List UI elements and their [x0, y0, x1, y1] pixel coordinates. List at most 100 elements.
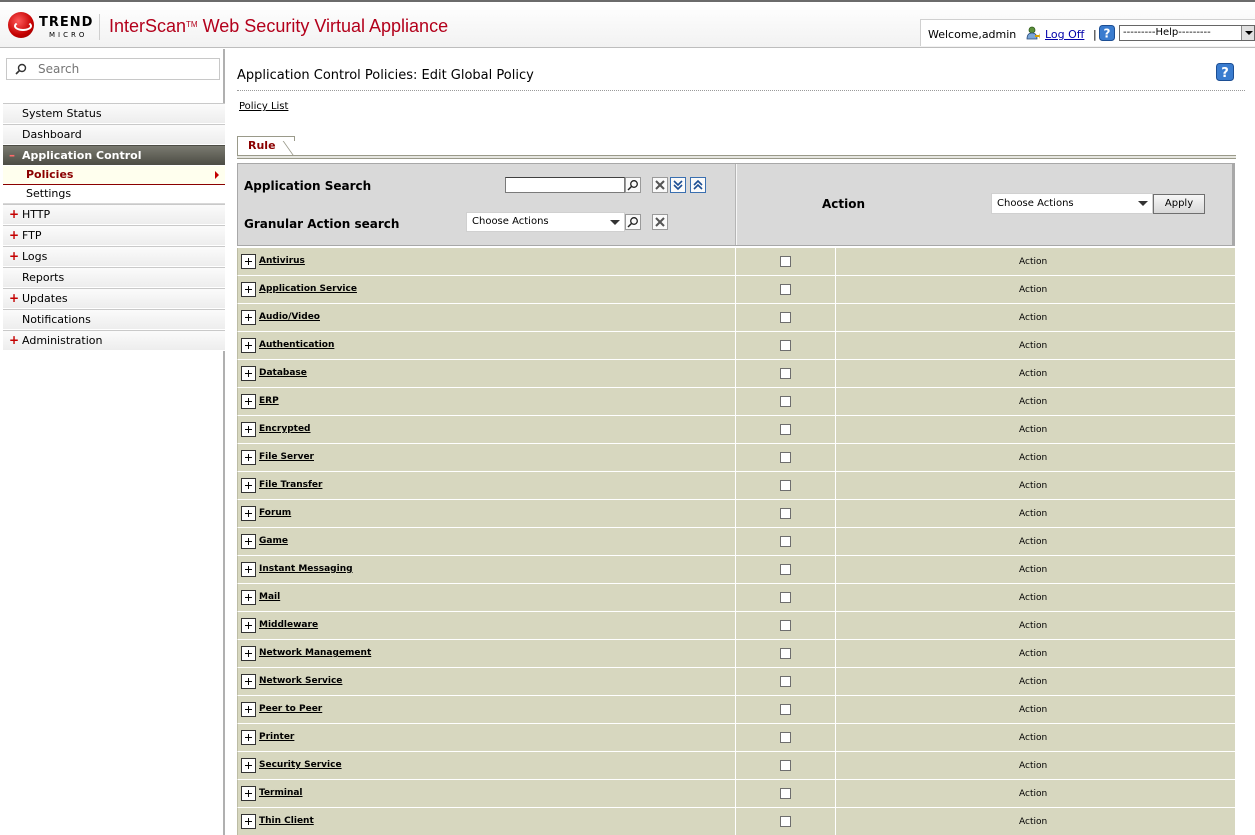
- search-icon: [627, 180, 638, 191]
- expand-row-icon[interactable]: [241, 814, 256, 829]
- tab-rule[interactable]: Rule: [237, 136, 295, 156]
- expand-row-icon[interactable]: [241, 394, 256, 409]
- row-checkbox[interactable]: [780, 648, 791, 659]
- granular-clear-button[interactable]: [652, 214, 668, 230]
- expand-row-icon[interactable]: [241, 310, 256, 325]
- help-icon[interactable]: ?: [1216, 63, 1234, 81]
- category-link-game[interactable]: Game: [259, 536, 288, 546]
- search-input[interactable]: [38, 61, 213, 77]
- row-checkbox[interactable]: [780, 312, 791, 323]
- table-row: Encrypted Action: [237, 416, 1235, 444]
- expand-row-icon[interactable]: [241, 730, 256, 745]
- expand-row-icon[interactable]: [241, 478, 256, 493]
- category-link-printer[interactable]: Printer: [259, 732, 294, 742]
- row-checkbox[interactable]: [780, 620, 791, 631]
- help-icon[interactable]: ?: [1099, 25, 1115, 41]
- category-link-peer-to-peer[interactable]: Peer to Peer: [259, 704, 322, 714]
- row-checkbox[interactable]: [780, 508, 791, 519]
- expand-row-icon[interactable]: [241, 282, 256, 297]
- row-checkbox[interactable]: [780, 284, 791, 295]
- expand-row-icon[interactable]: [241, 254, 256, 269]
- row-checkbox[interactable]: [780, 396, 791, 407]
- sidebar-item-logs[interactable]: + Logs: [3, 246, 225, 267]
- category-link-terminal[interactable]: Terminal: [259, 788, 303, 798]
- category-link-encrypted[interactable]: Encrypted: [259, 424, 311, 434]
- expand-all-button[interactable]: [670, 177, 686, 193]
- row-checkbox[interactable]: [780, 452, 791, 463]
- choose-actions-dropdown[interactable]: Choose Actions: [991, 193, 1153, 214]
- expand-row-icon[interactable]: [241, 506, 256, 521]
- category-link-application-service[interactable]: Application Service: [259, 284, 357, 294]
- category-link-forum[interactable]: Forum: [259, 508, 291, 518]
- expand-row-icon[interactable]: [241, 674, 256, 689]
- sidebar-subitem-policies[interactable]: Policies: [3, 166, 225, 185]
- sidebar-item-http[interactable]: + HTTP: [3, 204, 225, 225]
- row-checkbox[interactable]: [780, 256, 791, 267]
- sidebar-item-updates[interactable]: + Updates: [3, 288, 225, 309]
- help-dropdown[interactable]: ---------Help---------: [1119, 25, 1255, 41]
- logoff-link[interactable]: Log Off: [1045, 28, 1084, 41]
- expand-row-icon[interactable]: [241, 338, 256, 353]
- column-divider: [835, 696, 836, 723]
- expand-row-icon[interactable]: [241, 534, 256, 549]
- row-checkbox[interactable]: [780, 704, 791, 715]
- row-checkbox[interactable]: [780, 340, 791, 351]
- sidebar-item-ftp[interactable]: + FTP: [3, 225, 225, 246]
- category-link-antivirus[interactable]: Antivirus: [259, 256, 305, 266]
- category-link-network-service[interactable]: Network Service: [259, 676, 342, 686]
- category-link-thin-client[interactable]: Thin Client: [259, 816, 314, 826]
- collapse-all-button[interactable]: [690, 177, 706, 193]
- row-checkbox[interactable]: [780, 732, 791, 743]
- application-search-input[interactable]: [505, 177, 625, 193]
- logo-ball: [8, 12, 34, 38]
- logo-divider: [99, 14, 100, 40]
- granular-action-dropdown[interactable]: Choose Actions: [466, 212, 625, 232]
- category-link-middleware[interactable]: Middleware: [259, 620, 318, 630]
- row-checkbox[interactable]: [780, 480, 791, 491]
- chevron-down-icon: [1241, 26, 1254, 40]
- expand-row-icon[interactable]: [241, 422, 256, 437]
- row-checkbox[interactable]: [780, 760, 791, 771]
- category-link-security-service[interactable]: Security Service: [259, 760, 342, 770]
- expand-row-icon[interactable]: [241, 366, 256, 381]
- row-checkbox[interactable]: [780, 536, 791, 547]
- search-button[interactable]: [625, 177, 641, 193]
- expand-row-icon[interactable]: [241, 646, 256, 661]
- row-checkbox[interactable]: [780, 424, 791, 435]
- category-link-instant-messaging[interactable]: Instant Messaging: [259, 564, 353, 574]
- row-checkbox[interactable]: [780, 592, 791, 603]
- expand-row-icon[interactable]: [241, 590, 256, 605]
- sidebar-item-reports[interactable]: Reports: [3, 267, 225, 288]
- row-checkbox[interactable]: [780, 788, 791, 799]
- sidebar-item-system-status[interactable]: System Status: [3, 103, 225, 124]
- expand-row-icon[interactable]: [241, 450, 256, 465]
- category-link-mail[interactable]: Mail: [259, 592, 280, 602]
- category-link-file-transfer[interactable]: File Transfer: [259, 480, 322, 490]
- expand-row-icon[interactable]: [241, 702, 256, 717]
- row-checkbox[interactable]: [780, 564, 791, 575]
- sidebar-item-dashboard[interactable]: Dashboard: [3, 124, 225, 145]
- category-link-file-server[interactable]: File Server: [259, 452, 314, 462]
- granular-search-button[interactable]: [625, 214, 641, 230]
- expand-row-icon[interactable]: [241, 618, 256, 633]
- category-link-network-management[interactable]: Network Management: [259, 648, 371, 658]
- sidebar-item-administration[interactable]: + Administration: [3, 330, 225, 351]
- sidebar-item-application-control[interactable]: – Application Control: [3, 145, 225, 166]
- clear-search-button[interactable]: [652, 177, 668, 193]
- category-link-audio-video[interactable]: Audio/Video: [259, 312, 320, 322]
- expand-row-icon[interactable]: [241, 758, 256, 773]
- sidebar-item-notifications[interactable]: Notifications: [3, 309, 225, 330]
- sidebar-subitem-settings[interactable]: Settings: [3, 185, 225, 204]
- category-link-authentication[interactable]: Authentication: [259, 340, 334, 350]
- category-link-erp[interactable]: ERP: [259, 396, 279, 406]
- row-checkbox[interactable]: [780, 676, 791, 687]
- logoff-user-icon[interactable]: [1026, 26, 1040, 40]
- sidebar-item-label: Notifications: [22, 313, 91, 326]
- expand-row-icon[interactable]: [241, 562, 256, 577]
- row-checkbox[interactable]: [780, 816, 791, 827]
- category-link-database[interactable]: Database: [259, 368, 307, 378]
- row-checkbox[interactable]: [780, 368, 791, 379]
- policy-list-link[interactable]: Policy List: [239, 101, 288, 112]
- expand-row-icon[interactable]: [241, 786, 256, 801]
- apply-button[interactable]: Apply: [1153, 194, 1205, 214]
